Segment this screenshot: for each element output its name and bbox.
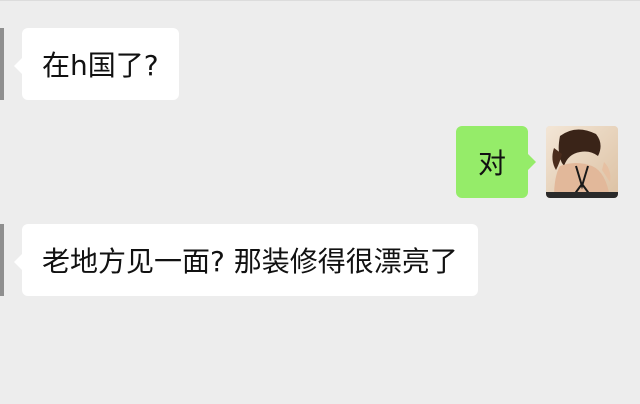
bubble-tail bbox=[14, 58, 22, 74]
bubble-tail bbox=[528, 154, 536, 170]
bubble-tail bbox=[14, 254, 22, 270]
contact-avatar-partial[interactable] bbox=[0, 224, 4, 296]
top-divider bbox=[0, 0, 640, 1]
user-avatar[interactable] bbox=[546, 126, 618, 198]
message-bubble-incoming[interactable]: 老地方见一面? 那装修得很漂亮了 bbox=[14, 224, 478, 296]
message-text: 对 bbox=[477, 147, 506, 180]
message-bubble-outgoing[interactable]: 对 bbox=[456, 126, 536, 198]
message-text: 老地方见一面? 那装修得很漂亮了 bbox=[42, 245, 458, 278]
contact-avatar-partial[interactable] bbox=[0, 28, 4, 100]
message-text: 在h国了? bbox=[42, 49, 159, 82]
message-bubble-incoming[interactable]: 在h国了? bbox=[14, 28, 179, 100]
